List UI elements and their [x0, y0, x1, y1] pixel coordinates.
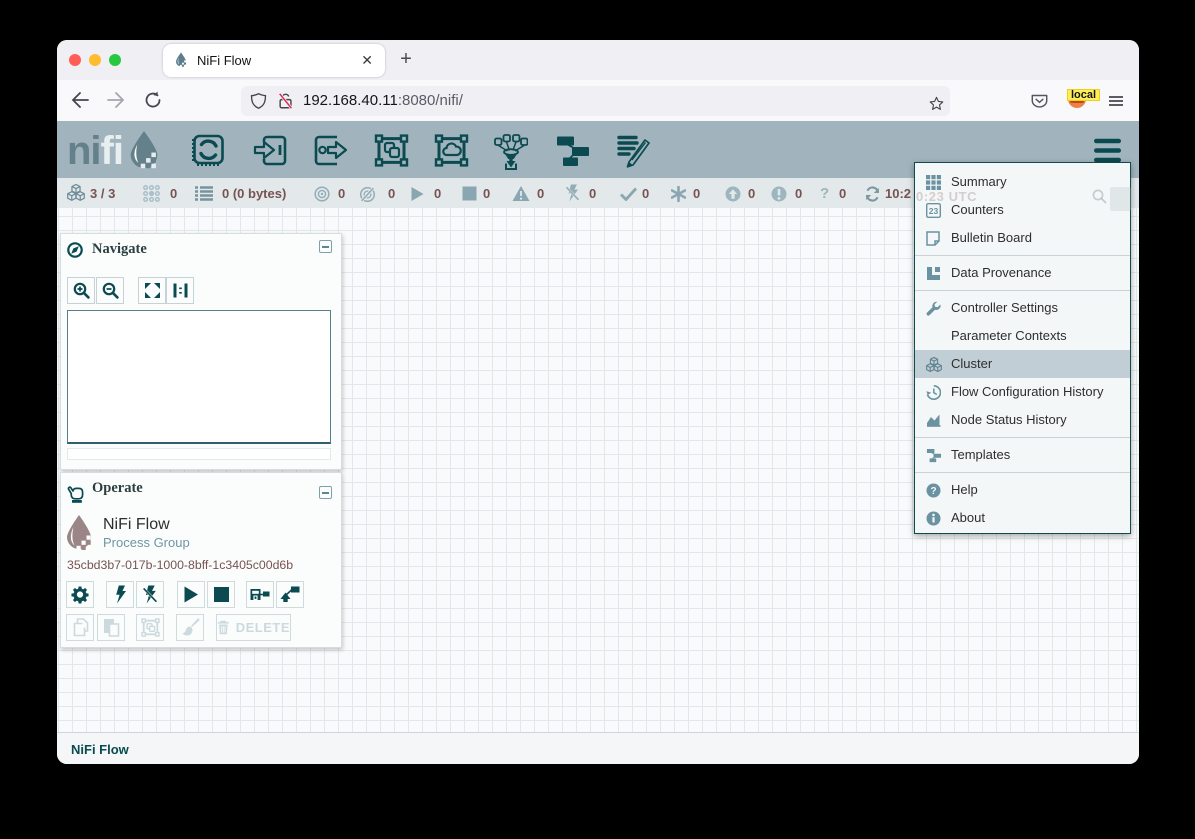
- svg-text:?: ?: [930, 486, 936, 497]
- svg-text:23: 23: [929, 206, 939, 216]
